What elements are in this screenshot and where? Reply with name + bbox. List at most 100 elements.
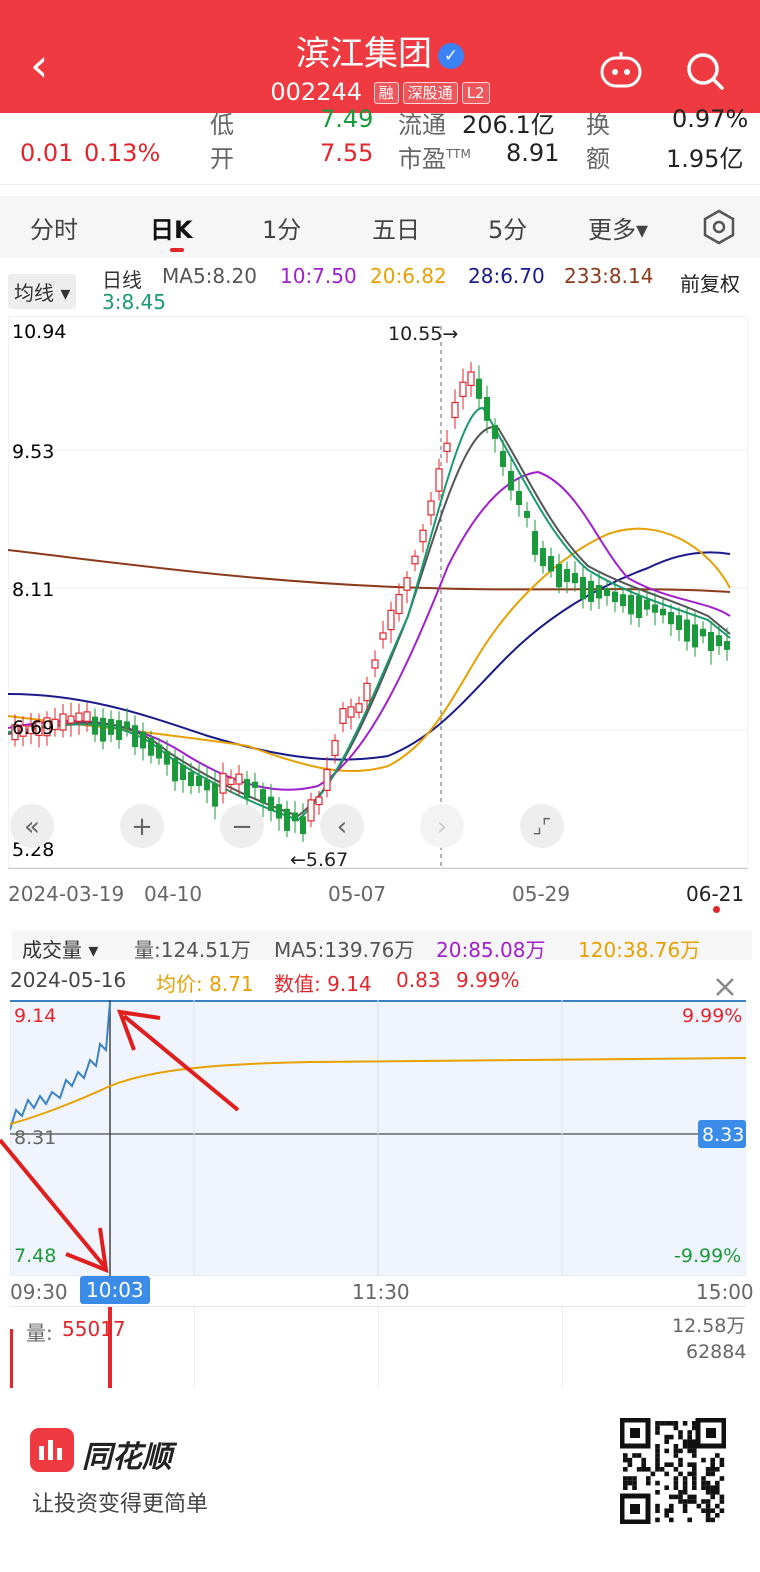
candle-body (276, 804, 282, 819)
kline-chart[interactable]: 10.94 9.53 8.11 6.69 5.28 10.55→ ←5.67 «… (8, 316, 748, 868)
qr-module (664, 1421, 669, 1426)
y-label-2: 9.53 (12, 441, 54, 463)
qr-module (623, 1453, 628, 1458)
period-tabs: 分时 日K 1分 五日 5分 更多▾ (0, 196, 760, 258)
qr-module (682, 1490, 688, 1495)
qr-module (632, 1480, 637, 1486)
candle-body (620, 594, 626, 607)
qr-module (673, 1448, 679, 1454)
qr-module (710, 1462, 715, 1467)
turnover-value: 0.97% (672, 105, 749, 133)
turnover-label: 换 (586, 111, 610, 139)
candle-body (140, 731, 146, 749)
tab-daily-k[interactable]: 日K (150, 210, 193, 245)
qr-module (655, 1480, 660, 1486)
y-label-top: 10.94 (12, 321, 66, 343)
qr-module (687, 1471, 692, 1477)
intraday-avg: 均价: 8.71 (156, 972, 254, 996)
qr-module (669, 1434, 674, 1440)
hexagon-settings-icon[interactable] (700, 208, 738, 246)
tag-connect: 深股通 (402, 82, 458, 104)
qr-module (687, 1517, 692, 1523)
ma5-value: MA5:8.20 (162, 264, 257, 288)
ma-selector[interactable]: 均线 ▾ (8, 274, 77, 309)
y-label-3: 8.11 (12, 579, 54, 601)
zoom-in-icon: + (131, 812, 153, 842)
candle-body (188, 772, 194, 787)
candle-body (644, 599, 650, 610)
candle-body (724, 641, 730, 650)
qr-module (719, 1462, 725, 1467)
qr-code-icon[interactable] (620, 1418, 726, 1524)
qr-module (705, 1467, 711, 1472)
qr-module (701, 1485, 706, 1490)
ma3-value: 3:8.45 (102, 290, 166, 314)
qr-module (701, 1476, 706, 1481)
qr-module (678, 1434, 683, 1440)
search-icon[interactable] (684, 50, 726, 92)
candle-body (323, 768, 331, 792)
intraday-date: 2024-05-16 (10, 968, 127, 992)
candle-body (532, 531, 538, 555)
low-value: 7.49 (320, 105, 374, 133)
candle-body (355, 703, 363, 713)
qr-module (696, 1503, 702, 1509)
qr-module (682, 1503, 688, 1509)
adjust-selector[interactable]: 前复权 (680, 268, 740, 297)
candle-body (260, 789, 266, 804)
qr-module (692, 1448, 697, 1454)
tab-1min[interactable]: 1分 (262, 210, 301, 245)
qr-module (678, 1462, 683, 1467)
close-icon[interactable] (714, 976, 736, 998)
candle-body (196, 775, 202, 786)
qr-module (687, 1499, 692, 1504)
volume-value: 量:124.51万 (134, 938, 251, 962)
tab-active-indicator (170, 248, 184, 252)
change-value: 0.01 (20, 139, 74, 167)
qr-module (650, 1471, 656, 1477)
qr-module (673, 1425, 679, 1431)
robot-assistant-icon[interactable] (598, 50, 644, 90)
qr-module (669, 1494, 674, 1500)
candle-body (636, 595, 642, 619)
qr-module (705, 1517, 711, 1523)
stock-name: 滨江集团 (296, 34, 432, 74)
qr-module (687, 1439, 692, 1444)
amount-value: 1.95亿 (666, 145, 744, 173)
qr-module (710, 1467, 715, 1472)
qr-module (669, 1517, 674, 1523)
qr-module (669, 1508, 674, 1513)
pe-value: 8.91 (506, 139, 560, 167)
candle-body (108, 719, 114, 735)
tab-intraday[interactable]: 分时 (30, 210, 78, 245)
qr-module (705, 1503, 711, 1509)
tab-5min[interactable]: 5分 (488, 210, 527, 245)
volume-selector[interactable]: 成交量 ▾ (22, 934, 98, 963)
qr-module (655, 1467, 660, 1472)
qr-module (664, 1439, 669, 1444)
qr-module (678, 1448, 683, 1454)
qr-module (687, 1430, 692, 1435)
qr-module (664, 1471, 669, 1477)
qr-module (627, 1457, 633, 1463)
x-label-5: 06-21 (686, 882, 745, 906)
qr-module (682, 1485, 688, 1490)
qr-module (710, 1508, 715, 1513)
qr-module (692, 1485, 697, 1490)
candle-body (75, 712, 83, 722)
brand-slogan: 让投资变得更简单 (32, 1492, 209, 1517)
time-close: 15:00 (696, 1280, 754, 1304)
candle-body (596, 585, 602, 599)
qr-module (692, 1467, 697, 1472)
app-header: ‹ 滨江集团 ✓ 002244 融深股通 L2 (0, 0, 760, 113)
candle-body (227, 777, 235, 786)
candle-body (540, 548, 546, 567)
qr-module (673, 1453, 679, 1458)
candle-body (284, 808, 290, 831)
candle-body (403, 577, 411, 591)
candle-body (684, 619, 690, 642)
qr-module (715, 1490, 720, 1495)
tab-more[interactable]: 更多▾ (588, 210, 648, 245)
tab-5day[interactable]: 五日 (372, 210, 420, 245)
candle-body (300, 816, 306, 835)
